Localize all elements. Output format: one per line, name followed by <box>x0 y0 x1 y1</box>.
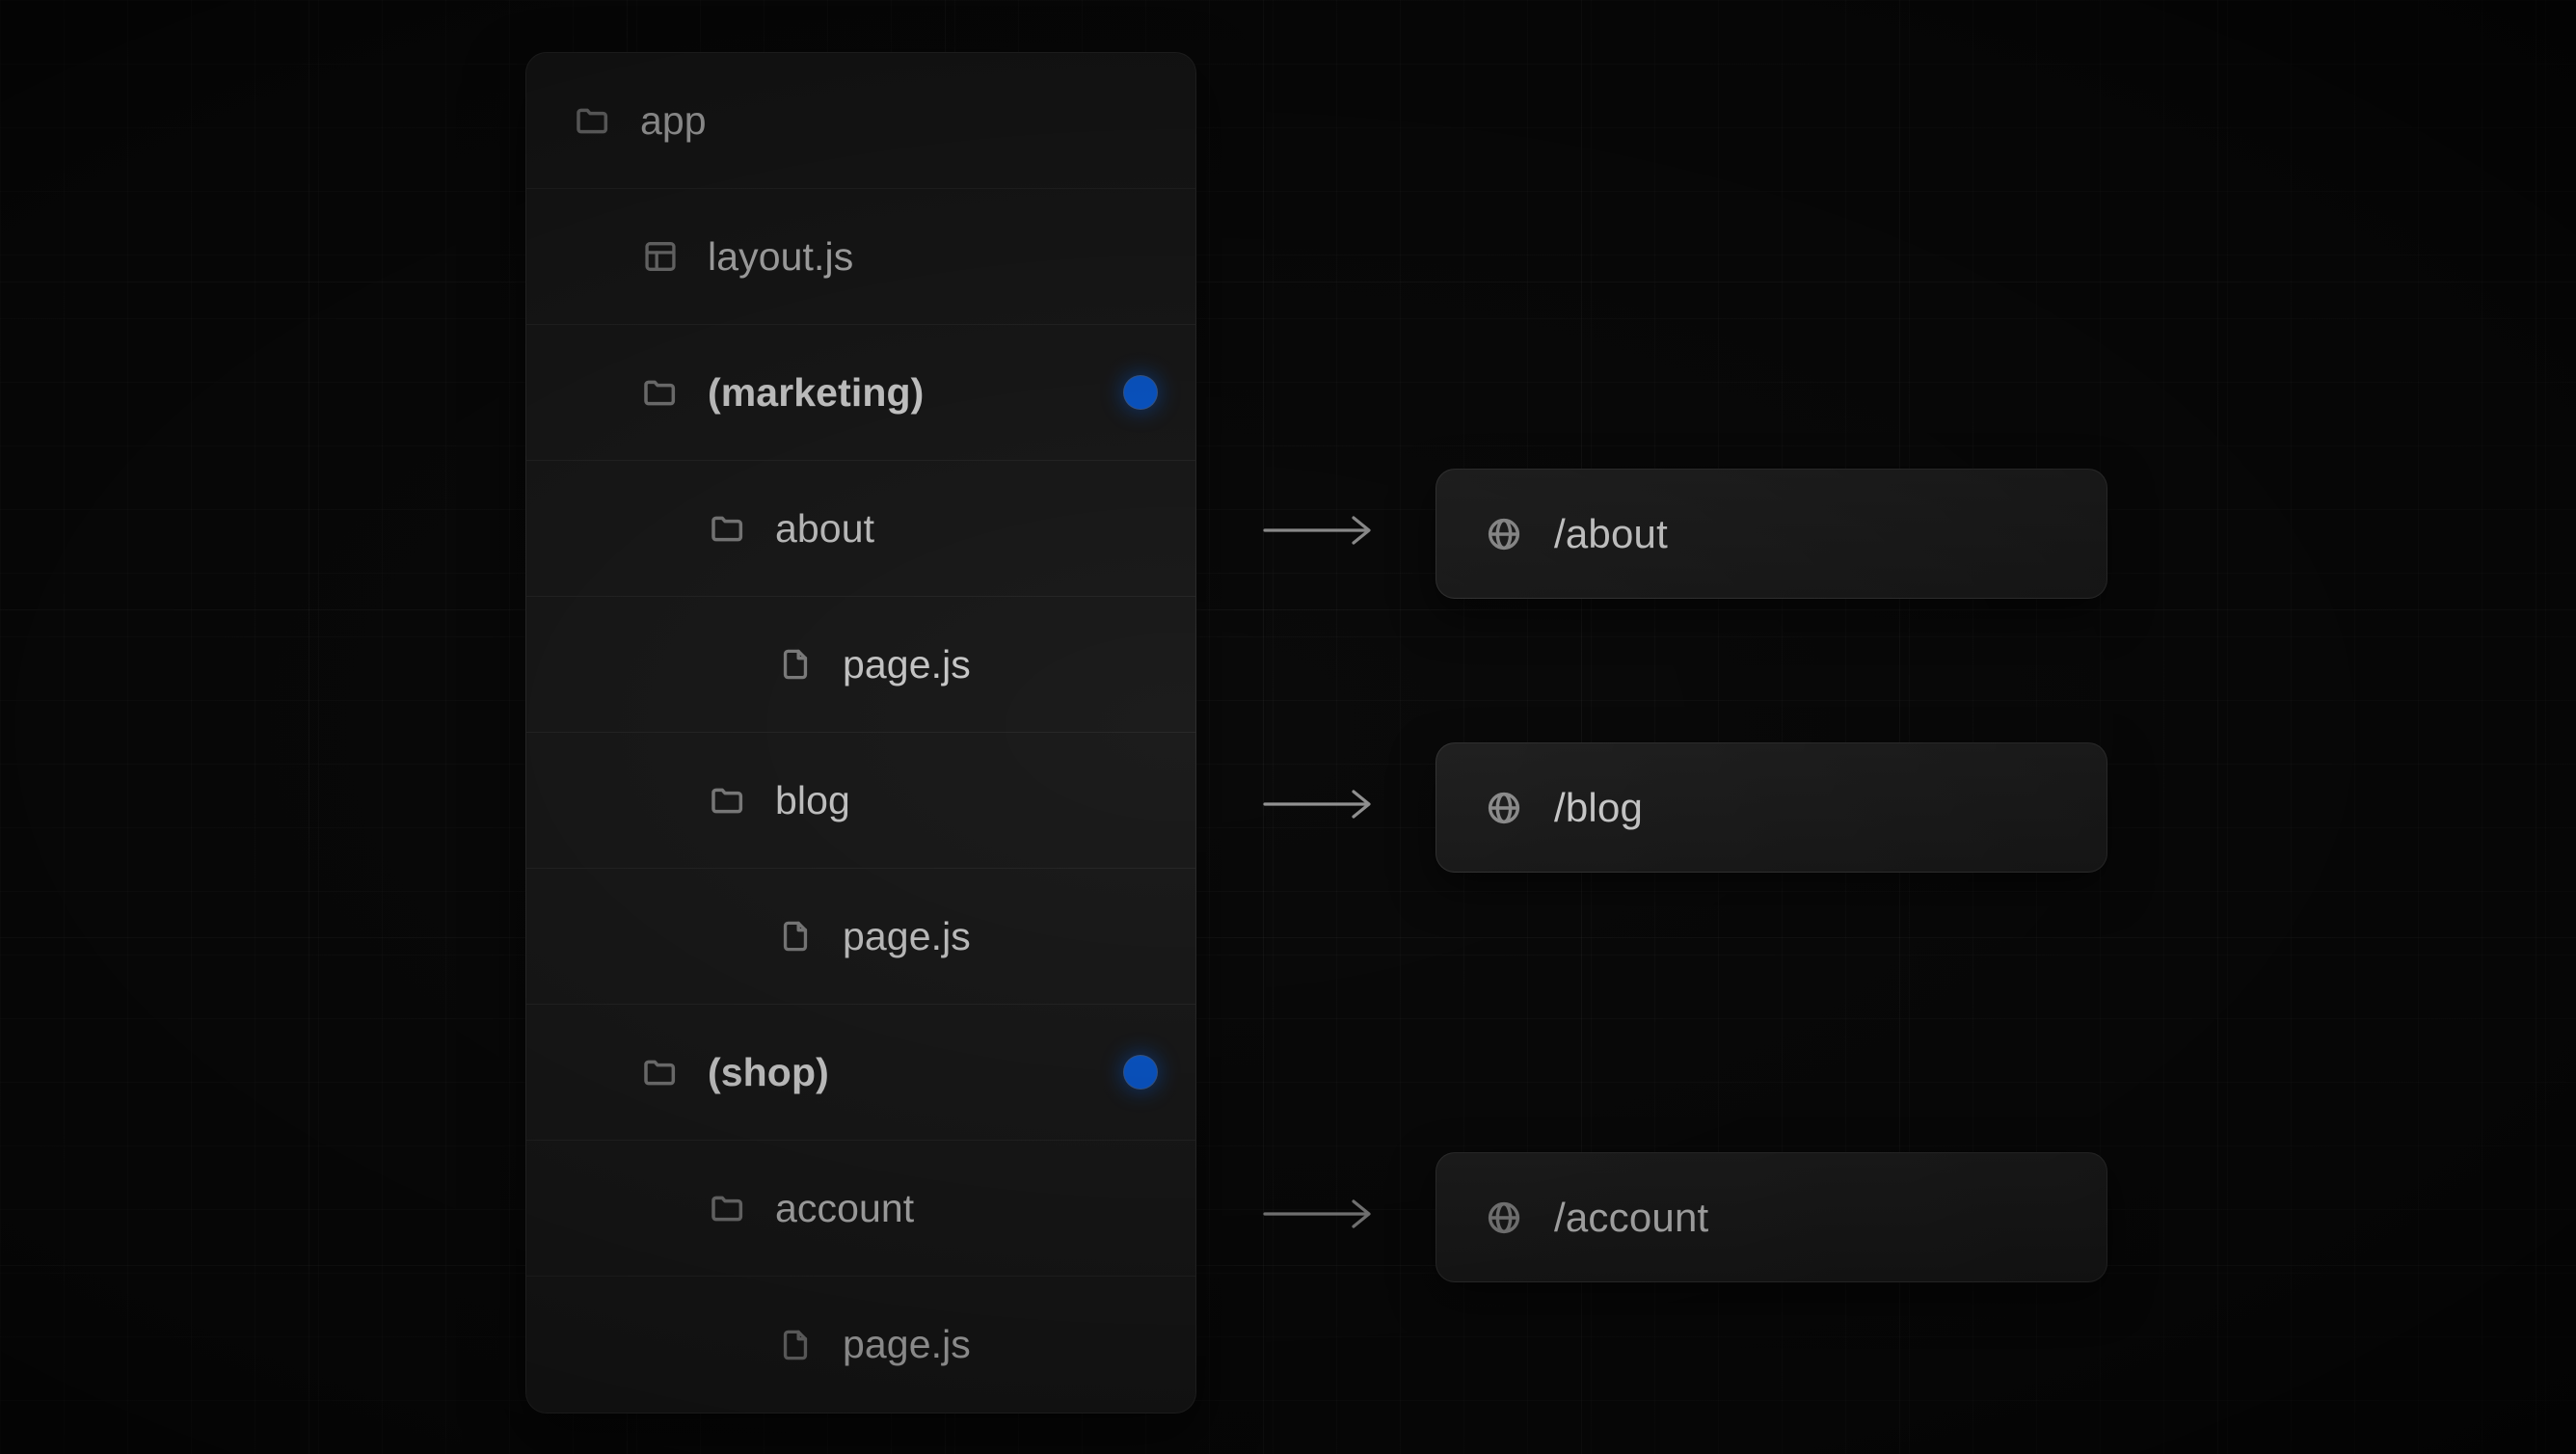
route-badge-label: /about <box>1554 510 1668 556</box>
tree-row[interactable]: page.js <box>526 1277 1195 1413</box>
tree-row[interactable]: page.js <box>526 869 1195 1005</box>
globe-icon <box>1483 513 1525 555</box>
tree-row-label: app <box>640 97 707 143</box>
globe-icon <box>1483 1197 1525 1239</box>
folder-icon <box>640 372 681 413</box>
canvas-vignette <box>0 0 2576 1454</box>
tree-row-label: about <box>775 505 875 551</box>
tree-row[interactable]: app <box>526 53 1195 189</box>
route-badge-label: /account <box>1554 1194 1709 1240</box>
tree-row[interactable]: page.js <box>526 597 1195 733</box>
globe-icon <box>1483 787 1525 829</box>
route-badge[interactable]: /about <box>1436 469 2107 599</box>
folder-icon <box>573 100 613 141</box>
file-icon <box>775 644 816 685</box>
tree-row-label: page.js <box>843 1322 971 1366</box>
tree-row-label: page.js <box>843 913 971 958</box>
tree-row[interactable]: about <box>526 461 1195 597</box>
layout-icon <box>640 236 681 277</box>
folder-icon <box>708 508 748 549</box>
tree-row-label: account <box>775 1185 915 1230</box>
tree-row[interactable]: (shop) <box>526 1005 1195 1141</box>
route-badge[interactable]: /blog <box>1436 742 2107 873</box>
tree-row-label: layout.js <box>708 233 854 279</box>
route-badge[interactable]: /account <box>1436 1152 2107 1282</box>
route-group-indicator-dot <box>1124 376 1157 409</box>
folder-icon <box>640 1052 681 1092</box>
tree-row-label: (shop) <box>708 1049 829 1094</box>
folder-icon <box>708 1188 748 1228</box>
tree-row-label: blog <box>775 777 850 822</box>
tree-row-label: (marketing) <box>708 369 925 415</box>
file-tree-panel: app layout.js (marketing) about page.js blog p… <box>525 52 1196 1414</box>
diagram-canvas: app layout.js (marketing) about page.js blog p… <box>0 0 2576 1454</box>
file-icon <box>775 1325 816 1365</box>
tree-row[interactable]: (marketing) <box>526 325 1195 461</box>
background-grid-coarse <box>0 0 2576 1454</box>
tree-row[interactable]: layout.js <box>526 189 1195 325</box>
file-icon <box>775 916 816 956</box>
tree-row[interactable]: blog <box>526 733 1195 869</box>
folder-icon <box>708 780 748 821</box>
route-badge-label: /blog <box>1554 784 1644 830</box>
tree-row[interactable]: account <box>526 1141 1195 1277</box>
background-grid-fine <box>0 0 2576 1454</box>
route-group-indicator-dot <box>1124 1056 1157 1089</box>
tree-row-label: page.js <box>843 641 971 687</box>
arrow-icon <box>1263 785 1377 823</box>
arrow-icon <box>1263 511 1377 550</box>
arrow-icon <box>1263 1195 1377 1233</box>
